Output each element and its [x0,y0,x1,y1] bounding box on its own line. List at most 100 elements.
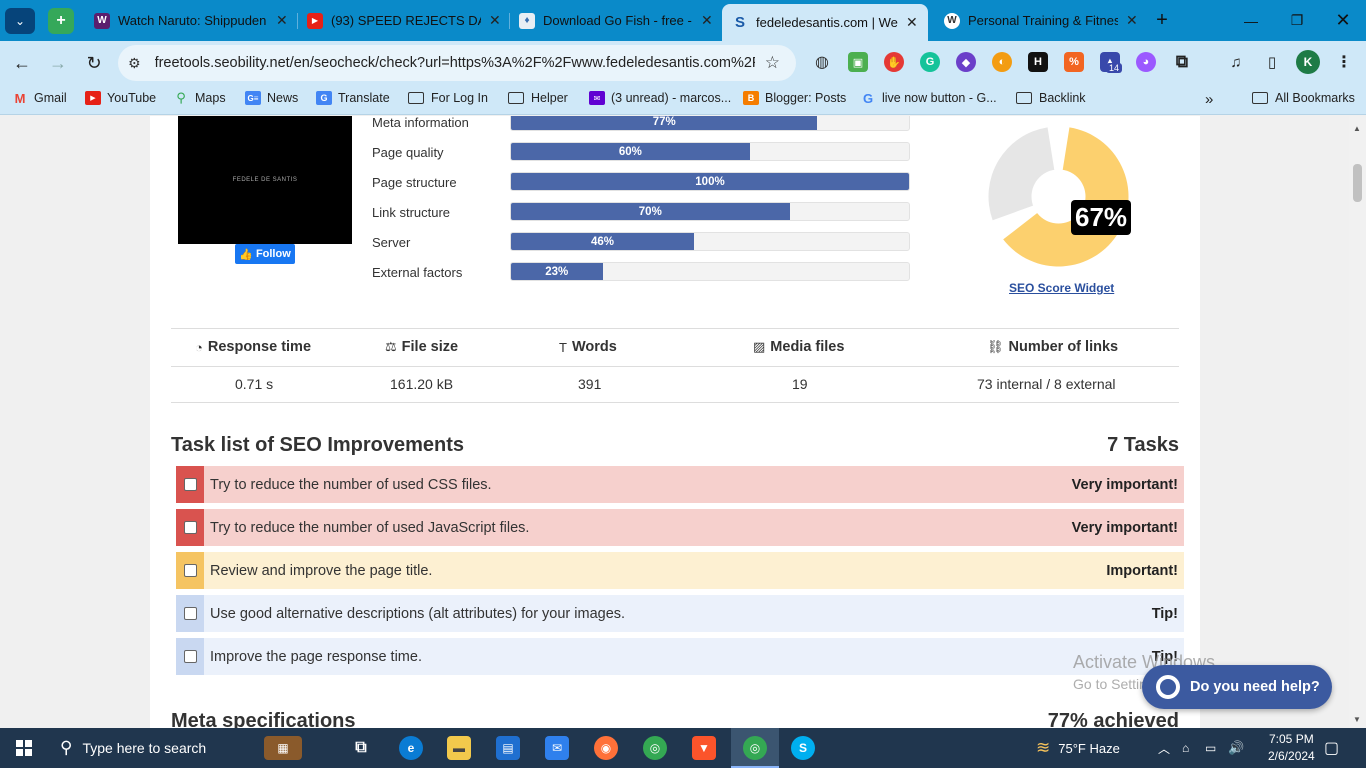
bookmark-translate[interactable]: G Translate [316,91,390,105]
close-tab-icon[interactable]: ✕ [701,12,713,29]
bookmark-google[interactable]: Glive now button - G... [860,90,997,106]
notifications-icon[interactable]: ▢ [1324,728,1339,768]
firefox-icon[interactable]: ◉ [594,736,618,760]
scroll-down-icon[interactable]: ▼ [1353,715,1361,724]
task-priority: Very important! [1071,519,1178,536]
edge-browser-icon[interactable]: e [399,736,423,760]
task-checkbox[interactable] [183,521,197,534]
news-widget-icon[interactable]: ▦ [264,736,302,760]
stat-value-media-files: 19 [792,376,808,392]
address-bar[interactable]: ⚙ freetools.seobility.net/en/seocheck/ch… [118,45,796,81]
extension-icon[interactable]: H [1028,52,1048,72]
extension-icon[interactable]: ◕ [1136,52,1156,72]
scrollbar-thumb[interactable] [1353,164,1362,202]
close-tab-icon[interactable]: ✕ [489,12,501,29]
skype-icon[interactable]: S [791,736,815,760]
maps-pin-icon: ⚲ [176,90,186,105]
brave-icon[interactable]: ▼ [692,736,716,760]
site-info-icon[interactable]: ⚙ [128,55,141,72]
new-tab-button[interactable]: + [1150,8,1174,32]
adblock-extension-icon[interactable]: ✋ [884,52,904,72]
back-button[interactable]: ← [4,45,40,81]
task-priority: Very important! [1071,476,1178,493]
bookmark-folder-helper[interactable]: Helper [508,91,568,105]
chrome-profile-icon[interactable]: ◎ [743,736,767,760]
facebook-follow-button[interactable]: 👍 Follow [235,244,295,264]
extension-badge: 14 [1106,63,1123,73]
folder-icon [1252,92,1268,104]
task-view-icon[interactable]: ⧉ [349,736,373,760]
close-tab-icon[interactable]: ✕ [1126,12,1138,29]
pinned-tab-icon[interactable]: + [48,7,74,34]
help-chat-button[interactable]: Do you need help? [1142,665,1332,709]
metric-progress-fill: 23% [511,263,603,280]
bookmark-mail[interactable]: ✉ (3 unread) - marcos... [589,91,731,105]
more-bookmarks-chevron-icon[interactable]: » [1205,91,1213,108]
tab-gofish[interactable]: ♦ Download Go Fish - free - ✕ [509,5,723,36]
taskbar-search-box[interactable]: ⚲ Type here to search [48,728,254,768]
close-tab-icon[interactable]: ✕ [276,12,288,29]
profile-avatar[interactable]: K [1296,50,1320,74]
network-icon[interactable]: ⌂ [1182,728,1189,768]
task-checkbox[interactable] [183,478,197,491]
task-row: Try to reduce the number of used JavaScr… [176,509,1184,546]
bookmark-maps[interactable]: ⚲ Maps [173,90,225,105]
tab-seobility-active[interactable]: S fedeledesantis.com | Webs ✕ [722,4,928,41]
page-scrollbar[interactable]: ▲ ▼ [1349,116,1366,728]
translate-icon: G [316,91,332,105]
side-panel-icon[interactable]: ▯ [1262,52,1282,72]
extension-icon[interactable]: ▣ [848,52,868,72]
seo-score-widget-link[interactable]: SEO Score Widget [1009,281,1114,295]
tab-search-button[interactable]: ⌄ [5,7,35,34]
reload-button[interactable]: ↻ [76,45,112,81]
extension-icon[interactable]: ◐ [992,52,1012,72]
google-icon: G [862,90,874,106]
page-viewport: FEDELE DE SANTIS 👍 Follow Meta informatio… [0,116,1366,728]
start-button[interactable] [0,728,48,768]
bookmark-star-icon[interactable]: ☆ [765,53,780,73]
tab-favicon-icon: W [94,12,110,29]
bookmark-folder-backlink[interactable]: Backlink [1016,91,1086,105]
task-priority: Important! [1106,562,1178,579]
bookmark-youtube[interactable]: ▶ YouTube [85,91,156,105]
tab-naruto[interactable]: W Watch Naruto: Shippuden ✕ [84,5,298,36]
tab-wordpress[interactable]: W Personal Training & Fitnes ✕ [934,5,1148,36]
show-hidden-icons-chevron[interactable]: ︿ [1158,728,1170,768]
url-text[interactable]: freetools.seobility.net/en/seocheck/chec… [155,55,755,71]
bookmark-gmail[interactable]: M Gmail [12,91,67,106]
store-icon[interactable]: ▤ [496,736,520,760]
grammarly-extension-icon[interactable]: G [920,52,940,72]
metric-label: Server [372,234,411,250]
system-clock[interactable]: 7:05 PM 2/6/2024 [1268,731,1315,765]
shield-extension-icon[interactable]: ◆ [956,52,976,72]
menu-kebab-icon[interactable]: ⋮ [1334,52,1354,72]
all-bookmarks-folder[interactable]: All Bookmarks [1252,91,1355,105]
display-icon[interactable]: ▭ [1205,728,1216,768]
chrome-icon[interactable]: ◎ [643,736,667,760]
extension-icon[interactable]: % [1064,52,1084,72]
close-tab-icon[interactable]: ✕ [906,14,918,31]
bookmark-folder-login[interactable]: For Log In [408,91,488,105]
restore-button[interactable]: ❐ [1274,0,1320,41]
task-checkbox[interactable] [183,564,197,577]
volume-icon[interactable]: 🔊 [1228,728,1244,768]
weather-widget[interactable]: ≋ 75°F Haze [1036,728,1120,768]
task-row: Use good alternative descriptions (alt a… [176,595,1184,632]
media-control-icon[interactable]: ♫ [1226,52,1246,72]
file-explorer-icon[interactable]: ▬ [447,736,471,760]
globe-extension-icon[interactable]: ◍ [812,52,832,72]
task-checkbox[interactable] [183,607,197,620]
minimize-button[interactable]: — [1228,0,1274,41]
bookmark-blogger[interactable]: B Blogger: Posts [743,91,846,105]
link-icon: ⛓ [987,339,1004,354]
mail-icon[interactable]: ✉ [545,736,569,760]
extensions-puzzle-icon[interactable]: ⧉ [1172,52,1192,72]
scroll-up-icon[interactable]: ▲ [1353,124,1361,133]
tab-youtube[interactable]: ▶ (93) SPEED REJECTS DATE ✕ [297,5,511,36]
forward-button[interactable]: → [40,45,76,81]
metric-progress-fill: 60% [511,143,750,160]
close-window-button[interactable]: ✕ [1320,0,1366,41]
mail-icon: ✉ [589,91,605,105]
task-checkbox[interactable] [183,650,197,663]
bookmark-news[interactable]: G≡ News [245,91,298,105]
